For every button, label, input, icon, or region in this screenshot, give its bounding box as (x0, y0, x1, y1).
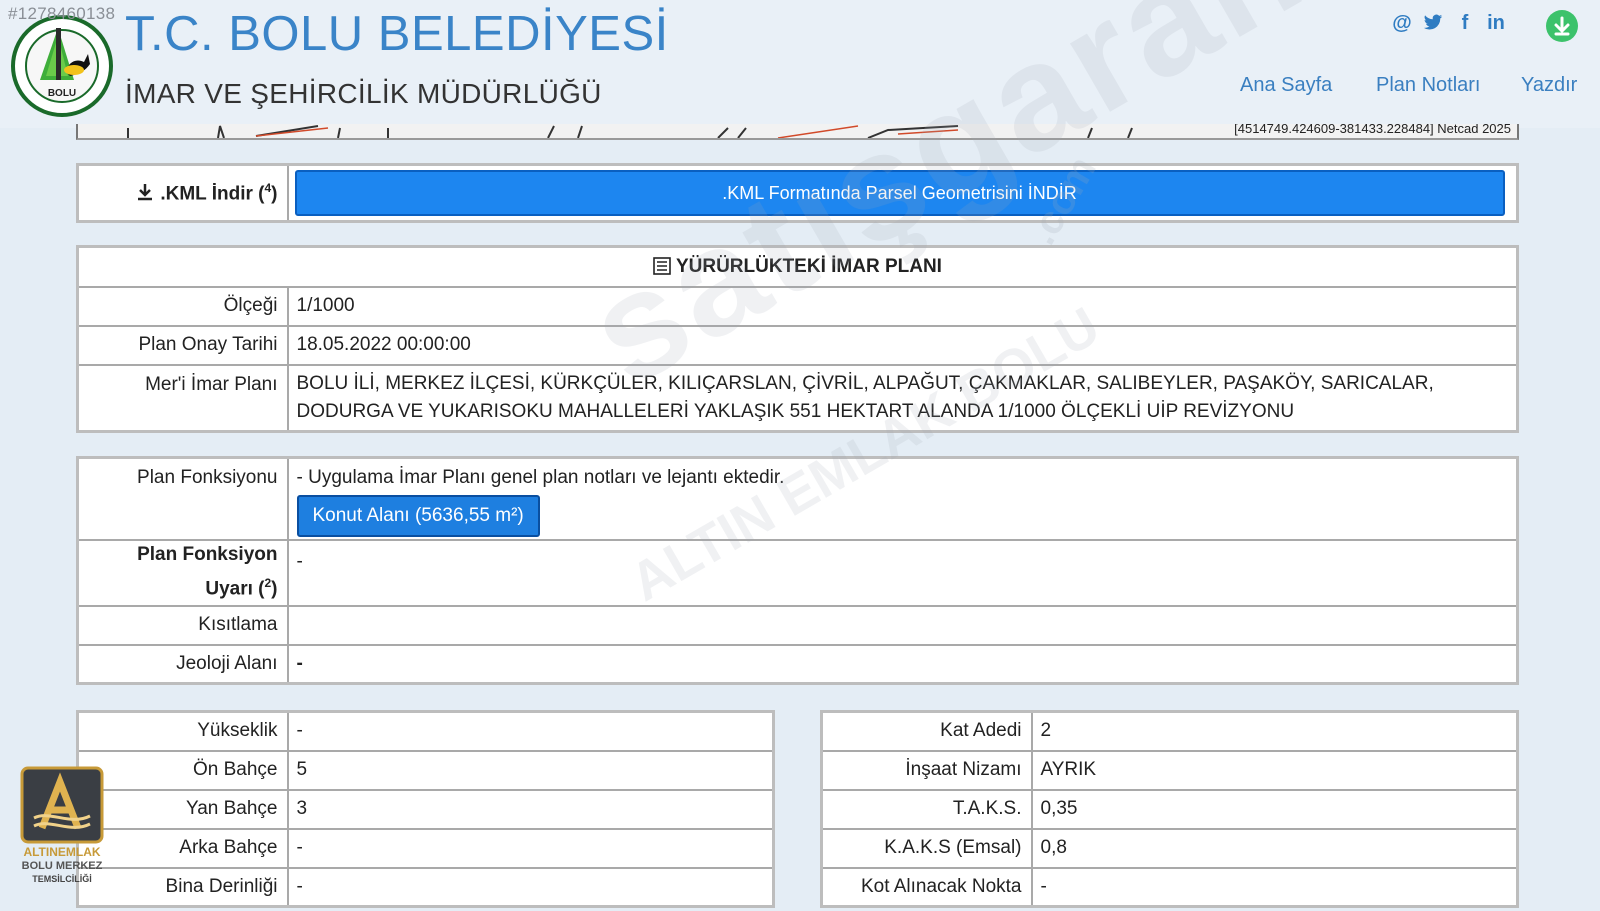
agency-line1: BOLU MERKEZ (21, 860, 103, 872)
plan-header-text: YÜRÜRLÜKTEKİ İMAR PLANI (675, 255, 942, 277)
plan-row: Mer'i İmar Planı BOLU İLİ, MERKEZ İLÇESİ… (76, 363, 1519, 432)
nav-yazdir[interactable]: Yazdır (1521, 74, 1577, 97)
geology-row: Jeoloji Alanı - (76, 643, 1519, 685)
municipality-logo: BOLU (11, 15, 113, 117)
kaks-value: 0,8 (1030, 827, 1519, 869)
table-row: T.A.K.S. 0,35 (820, 788, 1519, 830)
kml-download-button[interactable]: .KML Formatında Parsel Geometrisini İNDİ… (294, 170, 1505, 216)
plan-name-label: Mer'i İmar Planı (76, 363, 289, 432)
function-warning-label: Plan Fonksiyon Uyarı (2) (76, 538, 289, 607)
page: BOLU #1278460138 T.C. BOLU BELEDİYESİ İM… (0, 0, 1600, 911)
kml-button-cell: .KML Formatında Parsel Geometrisini İNDİ… (286, 163, 1519, 223)
map-coords: [4514749.424609-381433.228484] Netcad 20… (1234, 124, 1511, 136)
kml-label-end: ) (271, 183, 278, 205)
warning-label-text: Uyarı ( (205, 578, 265, 600)
plan-scale-label: Ölçeği (76, 285, 289, 327)
kml-table: .KML İndir (4) .KML Formatında Parsel Ge… (76, 163, 1519, 223)
floor-count-label: Kat Adedi (820, 710, 1033, 752)
kaks-label: K.A.K.S (Emsal) (820, 827, 1033, 869)
twitter-icon[interactable] (1420, 10, 1446, 36)
plan-section-header: YÜRÜRLÜKTEKİ İMAR PLANI (76, 245, 1519, 288)
konut-alani-button[interactable]: Konut Alanı (5636,55 m²) (296, 495, 540, 537)
side-yard-label: Yan Bahçe (76, 788, 289, 830)
site-title: T.C. BOLU BELEDİYESİ (125, 7, 669, 61)
site-header: BOLU #1278460138 T.C. BOLU BELEDİYESİ İM… (0, 0, 1600, 128)
height-value: - (286, 710, 775, 752)
function-label: Plan Fonksiyonu (76, 456, 289, 541)
list-icon (653, 256, 671, 275)
right-details-table: Kat Adedi 2 İnşaat Nizamı AYRIK T.A.K.S.… (820, 710, 1519, 908)
warning-label-end: ) (271, 578, 278, 600)
taks-value: 0,35 (1030, 788, 1519, 830)
geology-label: Jeoloji Alanı (76, 643, 289, 685)
table-row: Yükseklik - (76, 710, 775, 752)
left-details-table: Yükseklik - Ön Bahçe 5 Yan Bahçe 3 Arka … (76, 710, 775, 908)
construction-order-label: İnşaat Nizamı (820, 749, 1033, 791)
elevation-point-value: - (1030, 866, 1519, 908)
function-row: Plan Fonksiyonu - Uygulama İmar Planı ge… (76, 456, 1519, 541)
back-yard-value: - (286, 827, 775, 869)
function-warning-row: Plan Fonksiyon Uyarı (2) - (76, 538, 1519, 607)
nav-plan-notlari[interactable]: Plan Notları (1376, 74, 1481, 97)
logo-text: BOLU (48, 88, 76, 99)
construction-order-value: AYRIK (1030, 749, 1519, 791)
linkedin-icon[interactable]: in (1483, 10, 1509, 36)
function-table: Plan Fonksiyonu - Uygulama İmar Planı ge… (76, 456, 1519, 685)
front-yard-label: Ön Bahçe (76, 749, 289, 791)
kml-label-cell: .KML İndir (4) (76, 163, 289, 223)
back-yard-label: Arka Bahçe (76, 827, 289, 869)
table-row: K.A.K.S (Emsal) 0,8 (820, 827, 1519, 869)
download-icon[interactable] (1546, 10, 1578, 42)
plan-scale-value: 1/1000 (286, 285, 1519, 327)
function-value-cell: - Uygulama İmar Planı genel plan notları… (286, 456, 1519, 541)
map-preview-strip[interactable]: [4514749.424609-381433.228484] Netcad 20… (76, 124, 1519, 140)
agency-logo: ALTINEMLAK (20, 766, 104, 859)
facebook-icon[interactable]: f (1452, 10, 1478, 36)
download-arrow-icon (138, 184, 153, 201)
table-row: Yan Bahçe 3 (76, 788, 775, 830)
email-icon[interactable]: @ (1389, 10, 1415, 36)
table-row: Bina Derinliği - (76, 866, 775, 908)
plan-row: Plan Onay Tarihi 18.05.2022 00:00:00 (76, 324, 1519, 366)
warning-label-line1: Plan Fonksiyon (137, 544, 278, 566)
function-warning-value: - (286, 538, 1519, 607)
geology-value: - (286, 643, 1519, 685)
plan-date-label: Plan Onay Tarihi (76, 324, 289, 366)
plan-name-value: BOLU İLİ, MERKEZ İLÇESİ, KÜRKÇÜLER, KILI… (286, 363, 1519, 432)
table-row: Arka Bahçe - (76, 827, 775, 869)
nav-ana-sayfa[interactable]: Ana Sayfa (1240, 74, 1332, 97)
plan-row: Ölçeği 1/1000 (76, 285, 1519, 327)
listing-id: #1278460138 (8, 4, 116, 23)
side-yard-value: 3 (286, 788, 775, 830)
warning-label-line2: Uyarı (2) (87, 569, 278, 603)
elevation-point-label: Kot Alınacak Nokta (820, 866, 1033, 908)
floor-count-value: 2 (1030, 710, 1519, 752)
restriction-label: Kısıtlama (76, 604, 289, 646)
agency-brand: ALTINEMLAK (23, 845, 100, 859)
table-row: Kot Alınacak Nokta - (820, 866, 1519, 908)
table-row: Ön Bahçe 5 (76, 749, 775, 791)
table-row: İnşaat Nizamı AYRIK (820, 749, 1519, 791)
building-depth-label: Bina Derinliği (76, 866, 289, 908)
taks-label: T.A.K.S. (820, 788, 1033, 830)
restriction-row: Kısıtlama (76, 604, 1519, 646)
agency-line2: TEMSİLCİLİĞİ (32, 874, 92, 884)
front-yard-value: 5 (286, 749, 775, 791)
restriction-value (286, 604, 1519, 646)
height-label: Yükseklik (76, 710, 289, 752)
agency-badge: ALTINEMLAK BOLU MERKEZ TEMSİLCİLİĞİ (20, 766, 104, 896)
site-subtitle: İMAR VE ŞEHİRCİLİK MÜDÜRLÜĞÜ (125, 78, 602, 109)
plan-date-value: 18.05.2022 00:00:00 (286, 324, 1519, 366)
table-row: Kat Adedi 2 (820, 710, 1519, 752)
plan-table: YÜRÜRLÜKTEKİ İMAR PLANI Ölçeği 1/1000 Pl… (76, 245, 1519, 433)
building-depth-value: - (286, 866, 775, 908)
function-note: - Uygulama İmar Planı genel plan notları… (296, 467, 785, 488)
kml-label: .KML İndir ( (160, 183, 265, 205)
